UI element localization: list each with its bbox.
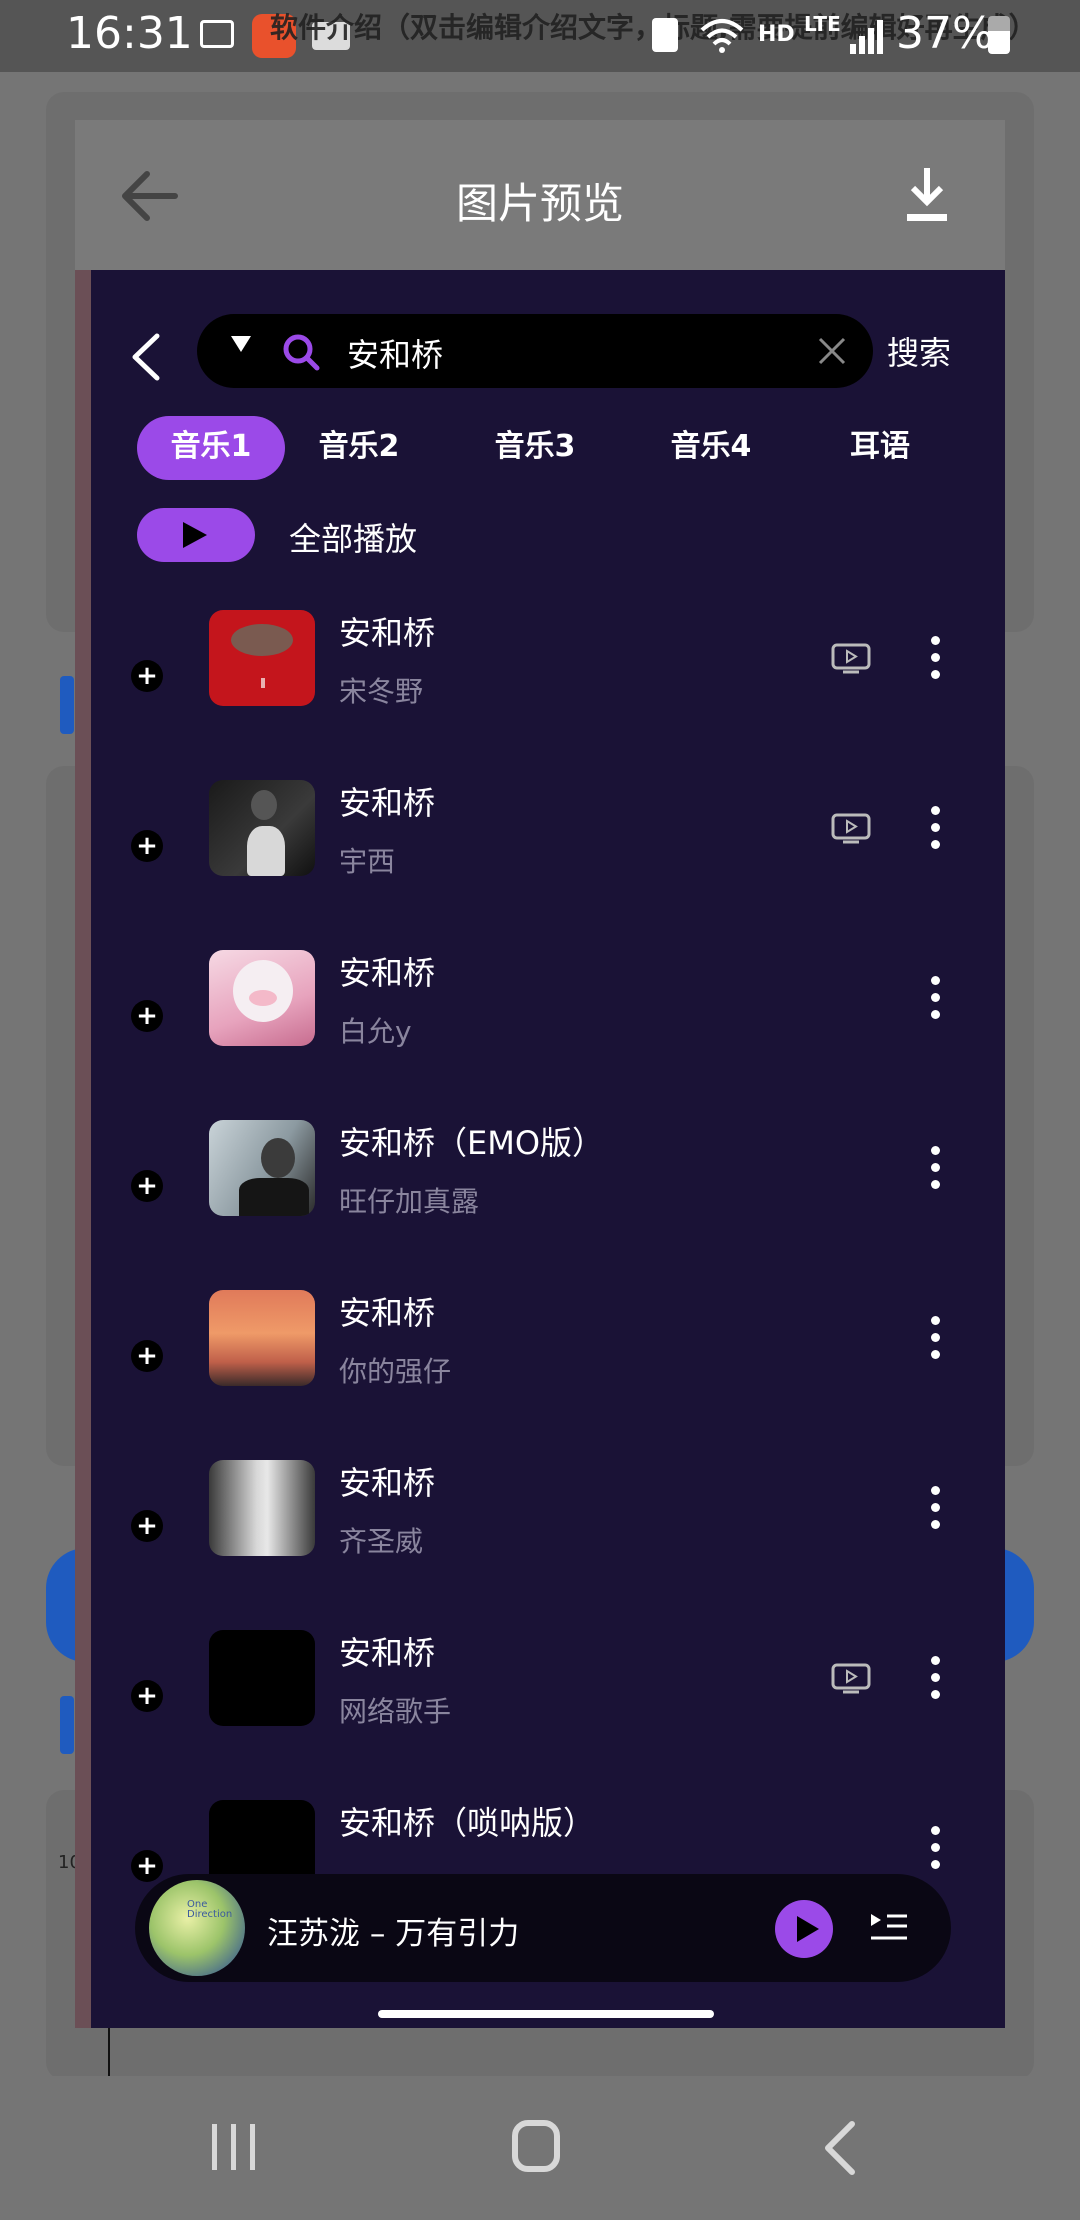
add-icon[interactable]: + [131, 1000, 163, 1032]
now-playing-track: 汪苏泷 – 万有引力 [267, 1916, 520, 1952]
mv-icon[interactable] [831, 812, 871, 844]
mv-icon[interactable] [831, 1662, 871, 1694]
song-artist: 宋冬野 [339, 675, 424, 708]
tab-music-4[interactable]: 音乐4 [649, 416, 773, 480]
song-artist: 白允y [339, 1015, 412, 1048]
search-bar[interactable]: 安和桥 [197, 314, 873, 388]
add-icon[interactable]: + [131, 1170, 163, 1202]
song-title: 安和桥 [339, 614, 436, 652]
song-row[interactable]: + 安和桥 宋冬野 [91, 600, 1005, 770]
more-options-icon[interactable] [931, 1316, 941, 1360]
tab-whisper[interactable]: 耳语 [825, 416, 935, 480]
song-title: 安和桥（EMO版） [339, 1124, 605, 1162]
add-icon[interactable]: + [131, 1340, 163, 1372]
album-cover [209, 780, 315, 876]
album-cover [209, 1460, 315, 1556]
cover-text: One Direction [187, 1899, 233, 1920]
play-button[interactable] [775, 1900, 833, 1958]
add-icon[interactable]: + [131, 1680, 163, 1712]
now-playing-cover: One Direction [149, 1880, 245, 1976]
tab-music-3[interactable]: 音乐3 [473, 416, 597, 480]
search-button[interactable]: 搜索 [887, 328, 951, 374]
song-title: 安和桥 [339, 1294, 436, 1332]
song-row[interactable]: + 安和桥 白允y [91, 940, 1005, 1110]
add-icon[interactable]: + [131, 1510, 163, 1542]
text-cursor [108, 2022, 110, 2076]
song-artist: 齐圣威 [339, 1525, 424, 1558]
background-marker [60, 676, 74, 734]
home-indicator [378, 2010, 714, 2018]
more-options-icon[interactable] [931, 806, 941, 850]
add-icon[interactable]: + [131, 660, 163, 692]
album-cover [209, 1120, 315, 1216]
play-all-label[interactable]: 全部播放 [289, 514, 417, 560]
gallery-icon [200, 20, 234, 48]
download-icon[interactable] [905, 166, 949, 224]
song-artist: 网络歌手 [339, 1695, 452, 1728]
song-title: 安和桥 [339, 954, 436, 992]
recent-apps-icon[interactable] [208, 2122, 260, 2172]
album-cover [209, 1290, 315, 1386]
dialog-title: 图片预览 [455, 179, 624, 228]
back-icon[interactable] [820, 2120, 860, 2176]
lte-indicator: LTE [804, 12, 841, 36]
play-all-button[interactable] [137, 508, 255, 562]
playlist-icon[interactable] [869, 1910, 909, 1944]
song-row[interactable]: + 安和桥 你的强仔 [91, 1280, 1005, 1450]
play-icon [183, 522, 207, 548]
clear-icon[interactable] [817, 336, 847, 366]
tab-music-1[interactable]: 音乐1 [137, 416, 285, 480]
more-options-icon[interactable] [931, 1656, 941, 1700]
play-icon [797, 1916, 819, 1942]
music-app-screenshot: 安和桥 搜索 音乐1 音乐2 音乐3 音乐4 耳语 全部播放 + 安和桥 宋冬野… [91, 270, 1005, 2028]
song-title: 安和桥（唢呐版） [339, 1804, 596, 1842]
category-tabs: 音乐1 音乐2 音乐3 音乐4 耳语 [137, 416, 997, 480]
song-title: 安和桥 [339, 1464, 436, 1502]
song-title: 安和桥 [339, 784, 436, 822]
song-row[interactable]: + 安和桥 网络歌手 [91, 1620, 1005, 1790]
back-chevron-icon[interactable] [127, 332, 167, 382]
system-nav-bar [0, 2076, 1080, 2220]
background-marker [60, 1696, 74, 1754]
search-input[interactable]: 安和桥 [347, 330, 443, 376]
mini-player[interactable]: One Direction 汪苏泷 – 万有引力 [135, 1874, 951, 1982]
more-options-icon[interactable] [931, 636, 941, 680]
search-icon [283, 334, 320, 371]
battery-percent: 37% [896, 8, 994, 59]
add-icon[interactable]: + [131, 830, 163, 862]
mv-icon[interactable] [831, 642, 871, 674]
status-time: 16:31 [66, 8, 193, 59]
signal-icon [850, 20, 883, 54]
more-options-icon[interactable] [931, 976, 941, 1020]
album-cover [209, 610, 315, 706]
tab-music-2[interactable]: 音乐2 [297, 416, 421, 480]
album-cover [209, 1630, 315, 1726]
wifi-icon [700, 19, 744, 53]
song-row[interactable]: + 安和桥（EMO版） 旺仔加真露 [91, 1110, 1005, 1280]
more-options-icon[interactable] [931, 1486, 941, 1530]
recycle-icon [652, 18, 678, 52]
dialog-header: 图片预览 [75, 120, 1005, 270]
more-options-icon[interactable] [931, 1146, 941, 1190]
home-icon[interactable] [512, 2120, 560, 2172]
song-row[interactable]: + 安和桥 宇西 [91, 770, 1005, 940]
add-icon[interactable]: + [131, 1850, 163, 1882]
album-cover [209, 950, 315, 1046]
hd-indicator: HD [758, 22, 795, 47]
song-artist: 旺仔加真露 [339, 1185, 480, 1218]
preview-edge [75, 270, 91, 2028]
image-preview-dialog: 图片预览 安和桥 搜索 音乐1 音乐2 音乐3 音乐4 耳语 全部播放 + 安和… [75, 120, 1005, 2028]
song-artist: 宇西 [339, 845, 396, 878]
song-title: 安和桥 [339, 1634, 436, 1672]
dropdown-triangle-icon[interactable] [231, 336, 251, 352]
status-bar: 16:31 软件介绍（双击编辑介绍文字，标题,需要提前编辑好再生成） HD LT… [0, 0, 1080, 72]
song-artist: 你的强仔 [339, 1355, 452, 1388]
battery-icon [988, 16, 1010, 54]
more-options-icon[interactable] [931, 1826, 941, 1870]
song-row[interactable]: + 安和桥 齐圣威 [91, 1450, 1005, 1620]
